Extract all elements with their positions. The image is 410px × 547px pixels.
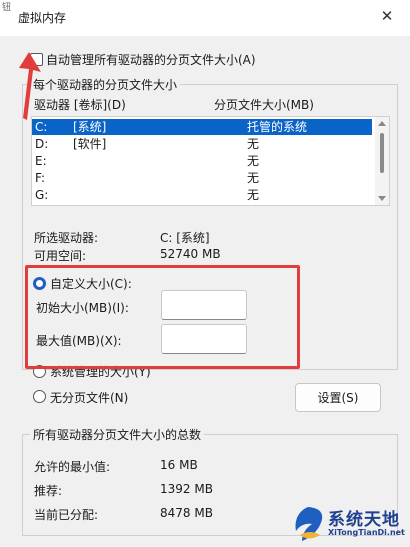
recommended-label: 推荐: [34,484,63,498]
drive-list[interactable]: C: [系统] 托管的系统 D: [软件] 无 E: 无 F: 无 G: 无 [31,116,390,206]
list-item[interactable]: E: 无 [32,153,372,169]
list-item[interactable]: D: [软件] 无 [32,136,372,152]
list-item[interactable]: F: 无 [32,170,372,186]
column-header-paging-size: 分页文件大小(MB) [214,98,314,112]
drive-letter: E: [35,154,47,168]
drive-paging-group-title: 每个驱动器的分页文件大小 [30,76,181,93]
column-header-drive: 驱动器 [卷标](D) [34,98,126,112]
paging-size: 无 [247,154,260,168]
free-space-value: 52740 MB [160,247,221,261]
paging-size: 托管的系统 [247,120,308,134]
watermark-subtitle: XiTongTianDi.net [328,528,405,537]
highlight-box [25,265,300,369]
watermark-title: 系统天地 [328,510,400,530]
paging-size: 无 [247,137,260,151]
drive-letter: G: [35,188,49,202]
total-paging-group-title: 所有驱动器分页文件大小的总数 [30,426,205,443]
recommended-value: 1392 MB [160,482,213,496]
watermark-logo-icon [295,507,323,541]
close-icon: ✕ [380,7,394,25]
list-item[interactable]: G: 无 [32,187,372,203]
scroll-thumb[interactable] [380,133,384,173]
free-space-label: 可用空间: [34,249,87,263]
drive-letter: F: [35,171,46,185]
list-scrollbar[interactable] [375,117,389,205]
volume-label: [软件] [73,137,107,151]
window-title: 虚拟内存 [18,11,67,25]
set-button[interactable]: 设置(S) [295,383,381,412]
paging-size: 无 [247,188,260,202]
scroll-up-icon[interactable] [378,121,386,126]
annotation-arrow-icon [19,52,41,120]
paging-size: 无 [247,171,260,185]
selected-drive-label: 所选驱动器: [34,231,99,245]
drive-letter: D: [35,137,49,151]
selected-drive-value: C: [系统] [160,231,210,245]
close-button[interactable]: ✕ [374,3,400,29]
auto-manage-label[interactable]: 自动管理所有驱动器的分页文件大小(A) [46,51,256,68]
volume-label: [系统] [73,120,107,134]
allocated-label: 当前已分配: [34,508,99,522]
scroll-down-icon[interactable] [378,196,386,201]
no-paging-radio[interactable] [33,390,46,403]
min-allowed-label: 允许的最小值: [34,460,111,474]
no-paging-label[interactable]: 无分页文件(N) [50,389,128,406]
corner-glyph: 钮 [2,3,12,13]
list-item[interactable]: C: [系统] 托管的系统 [32,119,372,135]
allocated-value: 8478 MB [160,506,213,520]
min-allowed-value: 16 MB [160,458,198,472]
